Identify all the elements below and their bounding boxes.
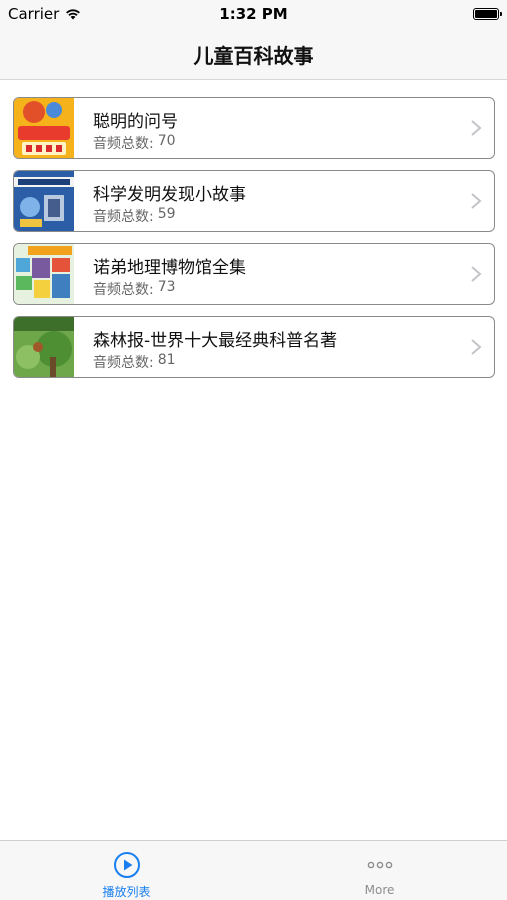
audio-count-label: 音频总数: — [93, 136, 154, 152]
chevron-right-icon — [471, 193, 482, 209]
tab-label: 播放列表 — [102, 885, 151, 899]
book-cover-icon — [14, 317, 74, 377]
item-title: 科学发明发现小故事 — [93, 185, 246, 205]
navigation-bar: 儿童百科故事 — [0, 28, 507, 80]
book-cover-icon — [14, 98, 74, 158]
list-item[interactable]: 诺弟地理博物馆全集 音频总数: 73 — [13, 243, 495, 305]
tab-label: More — [364, 883, 395, 897]
tab-more[interactable]: More — [253, 841, 506, 900]
item-subtitle: 音频总数: 70 — [93, 133, 176, 153]
tab-playlist[interactable]: 播放列表 — [0, 841, 253, 900]
chevron-right-icon — [471, 339, 482, 355]
page-title: 儿童百科故事 — [193, 44, 314, 68]
chevron-right-icon — [471, 120, 482, 136]
battery-icon — [473, 8, 502, 20]
list-item[interactable]: 科学发明发现小故事 音频总数: 59 — [13, 170, 495, 232]
status-time: 1:32 PM — [219, 5, 288, 23]
tab-bar: 播放列表 More — [0, 840, 507, 900]
item-subtitle: 音频总数: 81 — [93, 352, 176, 372]
status-bar: Carrier 1:32 PM — [0, 0, 507, 28]
audio-count-label: 音频总数: — [93, 209, 154, 225]
item-title: 森林报-世界十大最经典科普名著 — [93, 331, 338, 351]
audio-count-value: 70 — [157, 133, 176, 149]
item-subtitle: 音频总数: 73 — [93, 279, 176, 299]
play-circle-icon — [113, 852, 140, 878]
chevron-right-icon — [471, 266, 482, 282]
book-cover-icon — [14, 244, 74, 304]
item-subtitle: 音频总数: 59 — [93, 206, 176, 226]
list-item[interactable]: 森林报-世界十大最经典科普名著 音频总数: 81 — [13, 316, 495, 378]
list-item[interactable]: 聪明的问号 音频总数: 70 — [13, 97, 495, 159]
audio-count-label: 音频总数: — [93, 282, 154, 298]
audio-count-value: 59 — [157, 206, 176, 222]
audio-count-label: 音频总数: — [93, 355, 154, 371]
audio-count-value: 73 — [157, 279, 176, 295]
story-list: 聪明的问号 音频总数: 70 科学发明发现小故事 音频总数: 59 诺弟地理博物… — [13, 97, 495, 389]
audio-count-value: 81 — [157, 352, 176, 368]
item-title: 聪明的问号 — [93, 112, 178, 132]
battery-level — [475, 10, 497, 18]
more-dots-icon — [367, 861, 392, 869]
item-title: 诺弟地理博物馆全集 — [93, 258, 246, 278]
book-cover-icon — [14, 171, 74, 231]
